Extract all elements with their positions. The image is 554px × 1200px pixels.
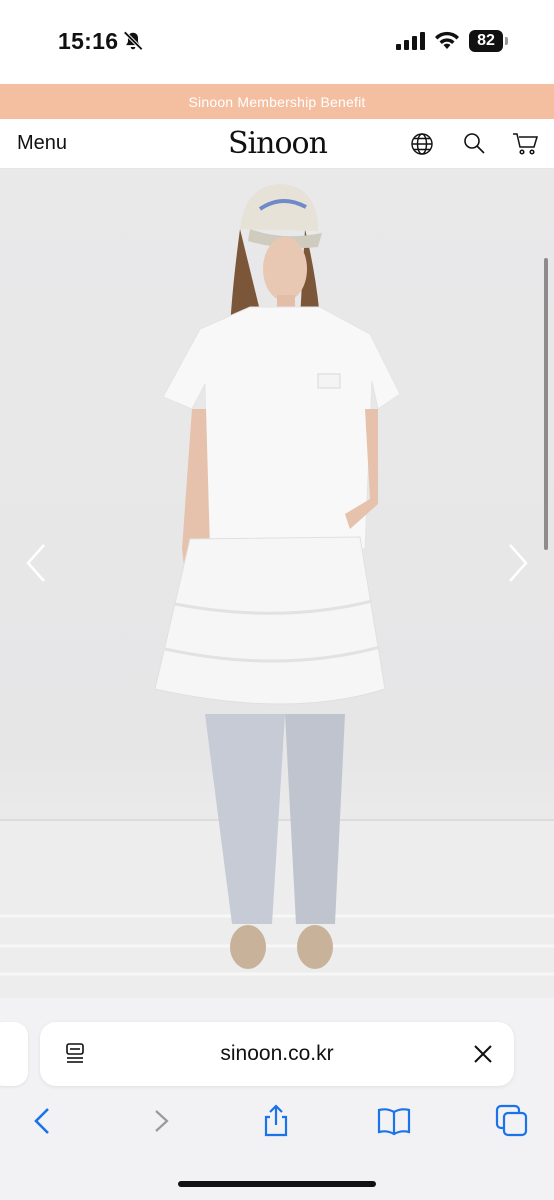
previous-tab-card[interactable] [0,1022,28,1086]
back-icon[interactable] [26,1103,62,1139]
home-indicator [178,1181,376,1187]
battery-percent: 82 [477,32,495,49]
membership-banner[interactable]: Sinoon Membership Benefit [0,84,554,119]
battery-icon: 82 [469,30,509,52]
tabs-icon[interactable] [494,1103,530,1139]
address-bar[interactable]: sinoon.co.kr [40,1022,514,1086]
url-text[interactable]: sinoon.co.kr [40,1042,514,1066]
page-scrollbar[interactable] [544,258,548,550]
chevron-left-icon[interactable] [22,541,52,585]
bell-slash-icon [123,30,144,51]
site-logo[interactable]: Sinoon [228,126,328,161]
status-time: 15:16 [58,28,119,54]
clear-icon[interactable] [473,1044,493,1064]
globe-icon[interactable] [410,132,434,156]
cellular-signal-icon [396,32,425,50]
banner-text: Sinoon Membership Benefit [188,93,366,110]
wifi-icon [435,31,459,49]
battery-cap [505,37,508,45]
chevron-right-icon[interactable] [502,541,532,585]
cart-icon[interactable] [512,131,539,156]
hero-image[interactable] [0,169,554,998]
forward-icon[interactable] [144,1103,180,1139]
menu-button[interactable]: Menu [17,132,67,155]
site-header: Menu Sinoon [0,119,554,169]
status-bar: 15:16 82 [0,0,554,84]
bookmarks-icon[interactable] [376,1103,412,1139]
share-icon[interactable] [258,1103,294,1139]
model-photo [0,184,554,998]
search-icon[interactable] [462,131,486,155]
